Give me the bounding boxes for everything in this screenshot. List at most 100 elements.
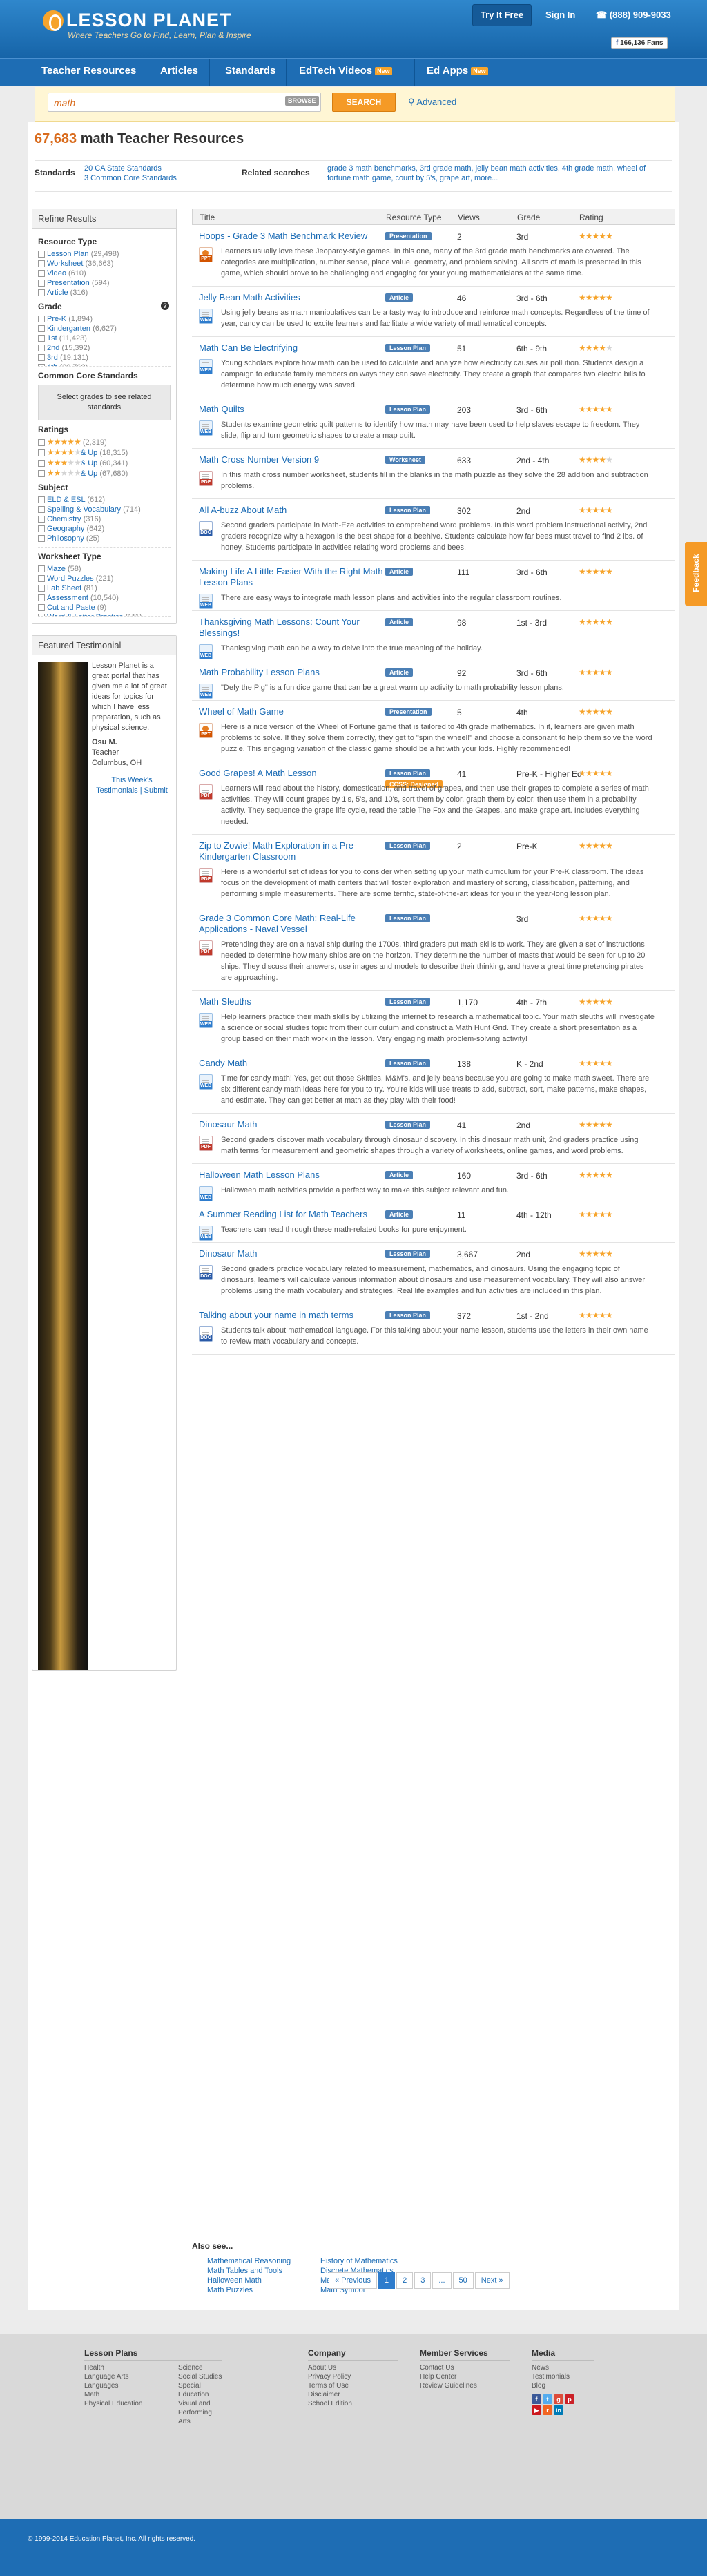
youtube-icon[interactable]: ▶ — [532, 2405, 541, 2415]
ppt-file-icon[interactable]: PPT — [199, 723, 213, 738]
ppt-file-icon[interactable]: PPT — [199, 247, 213, 262]
also-see-link[interactable]: Halloween Math — [207, 2276, 291, 2285]
footer-link[interactable]: Blog — [532, 2381, 594, 2390]
facet-option[interactable]: ★★★★★ (2,319) — [38, 437, 171, 447]
facet-option[interactable]: Chemistry (316) — [38, 514, 171, 524]
prev-page-button[interactable]: « Previous — [329, 2272, 377, 2289]
web-file-icon[interactable]: WEB — [199, 309, 213, 324]
footer-link[interactable]: Disclaimer — [308, 2390, 398, 2399]
checkbox[interactable] — [38, 516, 45, 523]
facet-option-label[interactable]: Philosophy — [47, 534, 84, 543]
doc-file-icon[interactable]: DOC — [199, 1326, 213, 1342]
checkbox[interactable] — [38, 354, 45, 362]
web-file-icon[interactable]: WEB — [199, 1013, 213, 1028]
logo[interactable]: LESSON PLANET Where Teachers Go to Find,… — [43, 10, 251, 40]
checkbox[interactable] — [38, 594, 45, 602]
facebook-fans-badge[interactable]: f 166,136 Fans — [611, 37, 668, 49]
cc-standards-link[interactable]: 3 Common Core Standards — [84, 173, 177, 183]
facet-option[interactable]: Article (316) — [38, 288, 171, 298]
header-rating[interactable]: Rating — [579, 213, 603, 222]
facet-option-label[interactable]: Lesson Plan — [47, 250, 89, 258]
browse-button[interactable]: BROWSE — [285, 96, 319, 106]
checkbox[interactable] — [38, 364, 45, 366]
footer-link[interactable]: School Edition — [308, 2399, 398, 2408]
checkbox[interactable] — [38, 280, 45, 287]
facet-option-label[interactable]: Spelling & Vocabulary — [47, 505, 121, 514]
checkbox[interactable] — [38, 525, 45, 533]
also-see-link-text[interactable]: Math Tables and Tools — [207, 2267, 282, 2275]
header-grade[interactable]: Grade — [517, 213, 540, 222]
footer-link[interactable]: Contact Us — [420, 2363, 510, 2372]
feedback-tab[interactable]: Feedback — [685, 542, 707, 606]
facet-option[interactable]: Lesson Plan (29,498) — [38, 249, 171, 259]
facet-option-label[interactable]: Article — [47, 289, 68, 297]
facet-option-label[interactable]: & Up — [81, 469, 97, 478]
checkbox[interactable] — [38, 496, 45, 504]
facet-option[interactable]: Spelling & Vocabulary (714) — [38, 505, 171, 514]
also-see-link[interactable]: History of Mathematics — [320, 2256, 398, 2266]
result-title-link[interactable]: A Summer Reading List for Math Teachers — [199, 1209, 384, 1220]
result-title-link[interactable]: Math Can Be Electrifying — [199, 342, 384, 354]
result-title-link[interactable]: Math Sleuths — [199, 996, 384, 1007]
checkbox[interactable] — [38, 260, 45, 268]
footer-link[interactable]: Languages — [84, 2381, 143, 2390]
footer-link[interactable]: News — [532, 2363, 594, 2372]
checkbox[interactable] — [38, 460, 45, 467]
pdf-file-icon[interactable]: PDF — [199, 784, 213, 800]
web-file-icon[interactable]: WEB — [199, 359, 213, 374]
also-see-link[interactable]: Math Tables and Tools — [207, 2266, 291, 2276]
facet-option[interactable]: Geography (642) — [38, 524, 171, 534]
page-link[interactable]: 50 — [452, 2272, 474, 2289]
footer-link[interactable]: Science — [178, 2363, 222, 2372]
facet-option[interactable]: ELD & ESL (612) — [38, 495, 171, 505]
result-title-link[interactable]: Jelly Bean Math Activities — [199, 292, 384, 303]
result-title-link[interactable]: Zip to Zowie! Math Exploration in a Pre-… — [199, 840, 384, 862]
checkbox[interactable] — [38, 585, 45, 592]
pdf-file-icon[interactable]: PDF — [199, 471, 213, 486]
ca-standards-link[interactable]: 20 CA State Standards — [84, 164, 177, 173]
nav-articles[interactable]: Articles — [160, 65, 198, 77]
footer-link[interactable]: Privacy Policy — [308, 2372, 398, 2381]
checkbox[interactable] — [38, 614, 45, 616]
checkbox[interactable] — [38, 604, 45, 612]
related-searches[interactable]: grade 3 math benchmarks, 3rd grade math,… — [327, 164, 671, 183]
web-file-icon[interactable]: WEB — [199, 1186, 213, 1201]
web-file-icon[interactable]: WEB — [199, 1226, 213, 1241]
checkbox[interactable] — [38, 565, 45, 573]
facet-option-label[interactable]: Geography — [47, 525, 84, 533]
pdf-file-icon[interactable]: PDF — [199, 940, 213, 956]
result-title-link[interactable]: Math Quilts — [199, 404, 384, 415]
footer-link[interactable]: Help Center — [420, 2372, 510, 2381]
facet-option[interactable]: Worksheet (36,663) — [38, 259, 171, 269]
search-input[interactable]: math — [48, 93, 321, 112]
also-see-link-text[interactable]: History of Mathematics — [320, 2257, 398, 2265]
facet-option-label[interactable]: Worksheet — [47, 260, 83, 268]
header-resource-type[interactable]: Resource Type — [386, 213, 442, 222]
also-see-link-text[interactable]: Mathematical Reasoning — [207, 2257, 291, 2265]
footer-link[interactable]: Visual and Performing Arts — [178, 2399, 222, 2426]
footer-link[interactable]: Language Arts — [84, 2372, 143, 2381]
facet-option[interactable]: Maze (58) — [38, 564, 171, 574]
also-see-link-text[interactable]: Math Puzzles — [207, 2286, 253, 2294]
facet-option-label[interactable]: Word & Letter Practice — [47, 613, 123, 616]
checkbox[interactable] — [38, 535, 45, 543]
result-title-link[interactable]: Making Life A Little Easier With the Rig… — [199, 566, 384, 588]
footer-link[interactable]: Special Education — [178, 2381, 222, 2399]
doc-file-icon[interactable]: DOC — [199, 1265, 213, 1280]
also-see-link-text[interactable]: Halloween Math — [207, 2276, 262, 2285]
checkbox[interactable] — [38, 289, 45, 297]
facebook-icon[interactable]: f — [532, 2394, 541, 2404]
web-file-icon[interactable]: WEB — [199, 420, 213, 436]
sign-in-link[interactable]: Sign In — [545, 10, 575, 20]
facet-option-label[interactable]: Presentation — [47, 279, 90, 287]
footer-link[interactable]: Terms of Use — [308, 2381, 398, 2390]
result-title-link[interactable]: Wheel of Math Game — [199, 706, 384, 717]
web-file-icon[interactable]: WEB — [199, 644, 213, 659]
facet-option-label[interactable]: Kindergarten — [47, 325, 90, 333]
checkbox[interactable] — [38, 270, 45, 278]
page-link[interactable]: 3 — [414, 2272, 432, 2289]
checkbox[interactable] — [38, 449, 45, 457]
checkbox[interactable] — [38, 470, 45, 478]
facet-option-label[interactable]: Assessment — [47, 594, 88, 602]
result-title-link[interactable]: Dinosaur Math — [199, 1119, 384, 1130]
